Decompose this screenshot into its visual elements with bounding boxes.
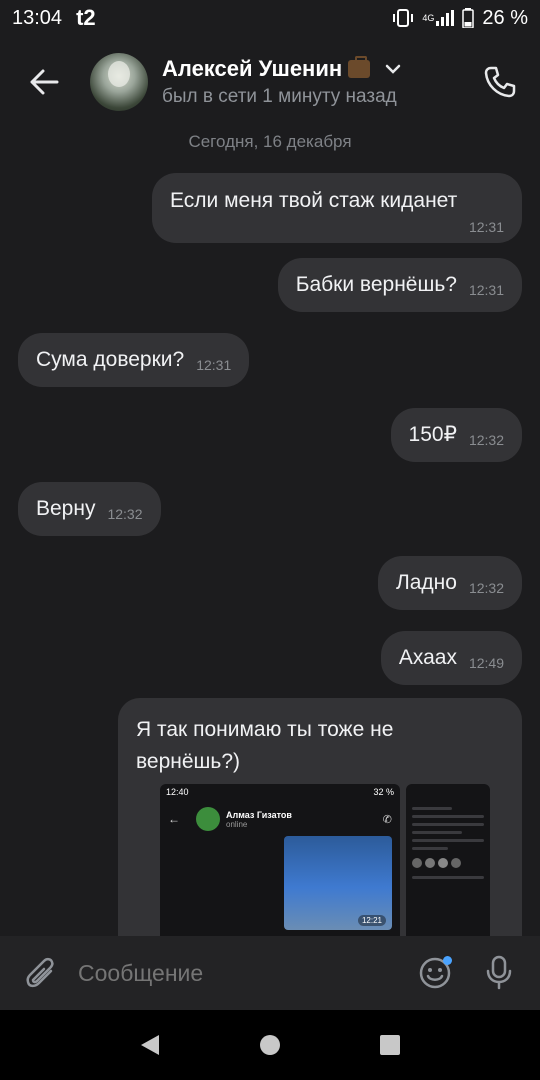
placeholder-line <box>412 823 484 826</box>
placeholder-line <box>412 876 484 879</box>
message-text: Бабки вернёшь? <box>295 273 457 296</box>
notification-dot <box>443 956 452 965</box>
placeholder-line <box>412 807 452 810</box>
screenshot-attachment[interactable] <box>406 784 490 944</box>
placeholder-line <box>412 831 462 834</box>
screenshot-attachment[interactable]: 12:40 32 % ← Алмаз Гизатов online ✆ 12:2… <box>160 784 400 944</box>
briefcase-icon <box>348 56 371 78</box>
nav-recents-button[interactable] <box>366 1021 414 1069</box>
message-composer <box>0 936 540 1010</box>
message-time: 12:49 <box>468 655 504 671</box>
battery-percent: 26 % <box>482 6 528 29</box>
date-separator: Сегодня, 16 декабря <box>188 132 352 151</box>
message-text: Ахаах <box>398 646 457 669</box>
status-bar: 13:04 t2 4G 26 % <box>0 0 540 36</box>
message-text: Ладно <box>395 571 457 594</box>
message-text: Сума доверки? <box>36 348 185 371</box>
message-input[interactable] <box>78 959 410 987</box>
attach-button[interactable] <box>16 948 66 998</box>
message-time: 12:32 <box>468 432 504 448</box>
message-bubble[interactable]: Ахаах 12:49 <box>380 631 522 685</box>
attachment-contact-name: Алмаз Гизатов <box>226 809 292 820</box>
message-time: 12:32 <box>107 506 143 522</box>
status-time: 13:04 <box>12 6 63 29</box>
message-bubble-with-attachments[interactable]: Я так понимаю ты тоже не вернёшь?) 12:40… <box>118 698 522 958</box>
arrow-left-icon <box>30 69 59 95</box>
carrier-label: t2 <box>76 5 96 30</box>
arrow-left-icon: ← <box>168 812 180 826</box>
paperclip-icon <box>26 957 54 988</box>
message-bubble[interactable]: Если меня твой стаж киданет 12:31 <box>152 173 522 243</box>
game-screenshot-image: 12:21 <box>284 836 392 930</box>
square-recents-icon <box>380 1035 400 1055</box>
message-bubble[interactable]: Верну 12:32 <box>18 482 161 536</box>
triangle-back-icon <box>141 1035 159 1055</box>
placeholder-line <box>412 815 484 818</box>
attachment-image-time: 12:21 <box>357 915 386 926</box>
battery-icon <box>462 8 475 28</box>
emoji-button[interactable] <box>410 948 460 998</box>
avatar <box>438 858 448 868</box>
network-label: 4G <box>422 12 435 23</box>
attachment-battery: 32 % <box>373 787 394 797</box>
message-bubble[interactable]: Бабки вернёшь? 12:31 <box>277 258 522 312</box>
contact-name: Алексей Ушенин <box>162 56 343 81</box>
avatar <box>196 807 220 831</box>
phone-icon <box>484 66 516 98</box>
vibrate-icon <box>392 9 414 27</box>
attachment-status-time: 12:40 <box>166 787 189 797</box>
attachment-contact-status: online <box>226 819 248 829</box>
message-bubble[interactable]: 150₽ 12:32 <box>390 408 522 462</box>
circle-home-icon <box>260 1035 280 1055</box>
message-time: 12:31 <box>468 282 504 298</box>
message-text: 150₽ <box>408 423 457 446</box>
message-text: Если меня твой стаж киданет <box>170 189 458 212</box>
nav-back-button[interactable] <box>126 1021 174 1069</box>
message-time: 12:32 <box>468 580 504 596</box>
microphone-icon <box>486 955 512 990</box>
message-text: Я так понимаю ты тоже не вернёшь?) <box>136 718 394 773</box>
chevron-down-icon[interactable] <box>384 60 402 78</box>
contact-title[interactable]: Алексей Ушенин был в сети 1 минуту назад <box>162 56 470 108</box>
avatar[interactable] <box>90 53 148 111</box>
signal-icon: 4G <box>422 10 455 26</box>
chat-header: Алексей Ушенин был в сети 1 минуту назад <box>0 40 540 124</box>
placeholder-line <box>412 839 484 842</box>
avatar <box>412 858 422 868</box>
nav-home-button[interactable] <box>246 1021 294 1069</box>
message-text: Верну <box>36 497 96 520</box>
message-bubble[interactable]: Сума доверки? 12:31 <box>18 333 250 387</box>
message-time: 12:31 <box>196 357 232 373</box>
message-bubble[interactable]: Ладно 12:32 <box>377 556 522 610</box>
back-button[interactable] <box>14 52 74 112</box>
call-button[interactable] <box>470 52 530 112</box>
system-nav-bar <box>0 1010 540 1080</box>
placeholder-line <box>412 847 448 850</box>
voice-record-button[interactable] <box>474 948 524 998</box>
avatar <box>425 858 435 868</box>
avatar <box>451 858 461 868</box>
contact-status: был в сети 1 минуту назад <box>162 86 397 107</box>
phone-icon: ✆ <box>382 813 392 826</box>
message-time: 12:31 <box>468 219 504 235</box>
